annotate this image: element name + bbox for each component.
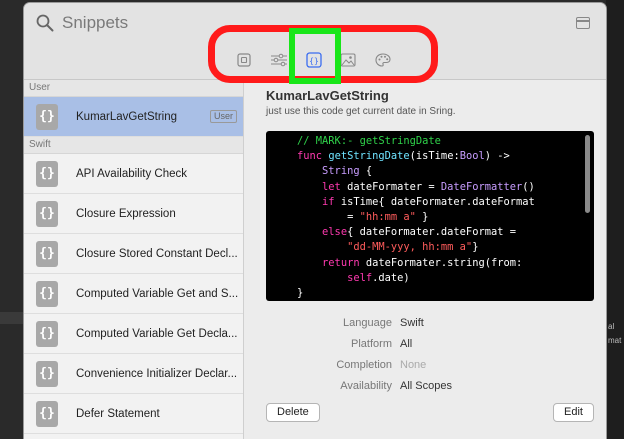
search-icon bbox=[36, 14, 54, 32]
code-scrollbar[interactable] bbox=[585, 135, 590, 213]
code-snippet-icon: {} bbox=[36, 200, 58, 227]
snippet-label: Convenience Initializer Declar... bbox=[76, 367, 238, 380]
snippet-item[interactable]: {} Computed Variable Get Decla... bbox=[24, 314, 243, 354]
completion-label: Completion bbox=[336, 359, 392, 371]
file-template-icon bbox=[237, 53, 251, 67]
completion-value[interactable]: None bbox=[400, 359, 426, 371]
snippet-item[interactable]: {} Convenience Initializer Declar... bbox=[24, 354, 243, 394]
snippet-label: Closure Expression bbox=[76, 207, 176, 220]
snippet-label: API Availability Check bbox=[76, 167, 188, 180]
availability-value[interactable]: All Scopes bbox=[400, 380, 452, 392]
snippet-label: Computed Variable Get and S... bbox=[76, 287, 239, 300]
snippet-item[interactable]: {} API Availability Check bbox=[24, 154, 243, 194]
edit-button[interactable]: Edit bbox=[553, 403, 594, 422]
code-snippet-icon: {} bbox=[36, 360, 58, 387]
window-toggle-icon[interactable] bbox=[576, 17, 590, 29]
media-library-icon bbox=[340, 53, 356, 67]
code-snippet-icon: {} bbox=[36, 240, 58, 267]
section-header-swift: Swift bbox=[24, 137, 243, 154]
snippet-detail: KumarLavGetString just use this code get… bbox=[244, 80, 606, 439]
svg-text:{}: {} bbox=[309, 57, 319, 66]
background-editor-panel bbox=[606, 0, 624, 439]
snippet-item[interactable]: {} Computed Variable Get and S... bbox=[24, 274, 243, 314]
platform-label: Platform bbox=[351, 338, 392, 350]
snippet-title: KumarLavGetString bbox=[266, 88, 389, 103]
code-snippet-icon: {} bbox=[36, 400, 58, 427]
tab-object-library[interactable] bbox=[268, 49, 290, 71]
background-text: mat bbox=[608, 336, 622, 345]
code-preview[interactable]: // MARK:- getStringDate func getStringDa… bbox=[266, 131, 594, 301]
tab-media-library[interactable] bbox=[337, 49, 359, 71]
color-palette-icon bbox=[375, 53, 391, 67]
tab-color-library[interactable] bbox=[372, 49, 394, 71]
code-snippet-icon: {} bbox=[306, 52, 322, 68]
library-header: {} bbox=[24, 3, 606, 80]
code-snippet-icon: {} bbox=[36, 280, 58, 307]
search-input[interactable] bbox=[62, 12, 362, 34]
language-label: Language bbox=[343, 317, 392, 329]
code-text: // MARK:- getStringDate func getStringDa… bbox=[272, 135, 535, 300]
platform-value[interactable]: All bbox=[400, 338, 412, 350]
section-header-user: User bbox=[24, 80, 243, 97]
library-panel: {} User {} KumarLavGetString User Swift bbox=[24, 3, 606, 439]
snippet-item-kumarlavgetstring[interactable]: {} KumarLavGetString User bbox=[24, 97, 243, 137]
code-snippet-icon: {} bbox=[36, 160, 58, 187]
object-library-icon bbox=[271, 53, 287, 67]
snippet-label: KumarLavGetString bbox=[76, 110, 177, 123]
snippet-item[interactable]: {} Closure Expression bbox=[24, 194, 243, 234]
snippet-item[interactable]: {} Defer Statement bbox=[24, 394, 243, 434]
snippet-item[interactable]: {} Closure Stored Constant Decl... bbox=[24, 234, 243, 274]
background-text: al bbox=[608, 322, 615, 331]
code-snippet-icon: {} bbox=[36, 103, 58, 130]
snippet-label: Closure Stored Constant Decl... bbox=[76, 247, 238, 260]
tab-code-snippets[interactable]: {} bbox=[303, 49, 325, 71]
language-value[interactable]: Swift bbox=[400, 317, 424, 329]
snippet-label: Computed Variable Get Decla... bbox=[76, 327, 238, 340]
snippet-description: just use this code get current date in S… bbox=[266, 106, 456, 117]
user-badge: User bbox=[209, 110, 237, 123]
delete-button[interactable]: Delete bbox=[266, 403, 320, 422]
code-snippet-icon: {} bbox=[36, 320, 58, 347]
availability-label: Availability bbox=[340, 380, 392, 392]
background-editor-strip bbox=[0, 312, 24, 324]
tab-file-templates[interactable] bbox=[233, 49, 255, 71]
snippet-list[interactable]: User {} KumarLavGetString User Swift {} … bbox=[24, 80, 244, 439]
snippet-label: Defer Statement bbox=[76, 407, 160, 420]
